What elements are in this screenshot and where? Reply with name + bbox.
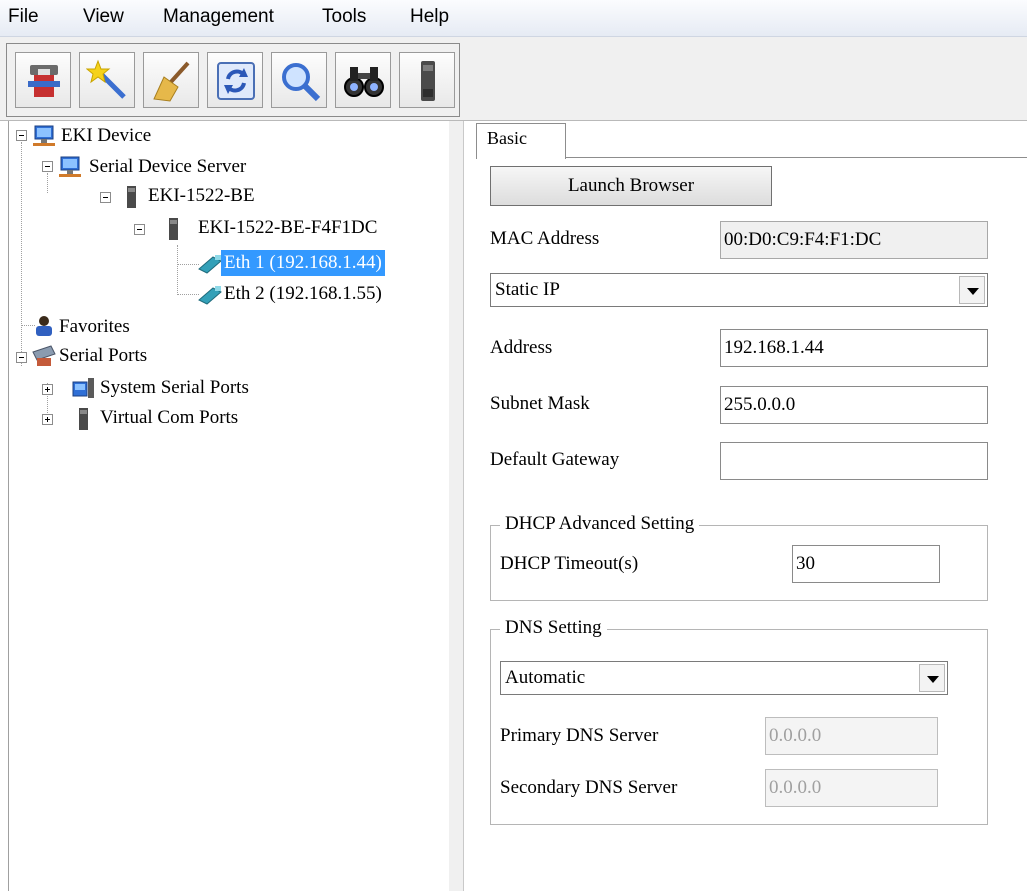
expand-toggle-virtual-com-ports[interactable] (42, 414, 53, 425)
primary-dns-label: Primary DNS Server (500, 725, 659, 746)
dhcp-timeout-input[interactable]: 30 (792, 545, 940, 583)
menu-tools[interactable]: Tools (322, 6, 366, 28)
toolbar-group (6, 43, 460, 117)
device-tree: EKI Device Serial Device Server EKI-1522… (8, 121, 450, 891)
dns-mode-select[interactable]: Automatic (500, 661, 948, 695)
default-gateway-input[interactable] (720, 442, 988, 480)
binoculars-icon (344, 67, 384, 97)
add-device-button[interactable] (15, 52, 71, 108)
expand-toggle-device-instance[interactable] (134, 224, 145, 235)
menu-management[interactable]: Management (163, 6, 274, 28)
device-icon (421, 61, 435, 101)
device-icon (79, 408, 88, 430)
dhcp-timeout-label: DHCP Timeout(s) (500, 553, 639, 574)
mac-address-field: 00:D0:C9:F4:F1:DC (720, 221, 988, 259)
mac-address-label: MAC Address (490, 228, 600, 249)
properties-panel: Basic Launch Browser MAC Address 00:D0:C… (464, 121, 1027, 891)
pane-splitter[interactable] (449, 121, 464, 891)
dns-mode-value: Automatic (505, 667, 586, 688)
dns-setting-legend: DNS Setting (500, 617, 607, 639)
favorites-icon (36, 316, 52, 336)
ethernet-port-icon (198, 286, 222, 305)
tree-node-eki-device[interactable]: EKI Device (61, 123, 151, 149)
address-input[interactable]: 192.168.1.44 (720, 329, 988, 367)
address-label: Address (490, 337, 553, 358)
system-serial-ports-icon (72, 378, 94, 398)
dhcp-advanced-legend: DHCP Advanced Setting (500, 513, 700, 535)
expand-toggle-device[interactable] (100, 192, 111, 203)
default-gateway-label: Default Gateway (490, 449, 620, 470)
tree-node-serial-device-server[interactable]: Serial Device Server (89, 154, 246, 180)
clean-icon (153, 61, 190, 102)
refresh-icon (217, 62, 255, 100)
search-icon (282, 63, 321, 102)
expand-toggle-serial-device-server[interactable] (42, 161, 53, 172)
tree-node-virtual-com-ports[interactable]: Virtual Com Ports (100, 405, 238, 431)
tree-line (47, 173, 48, 193)
primary-dns-input: 0.0.0.0 (765, 717, 938, 755)
toolbar (0, 37, 1027, 121)
tree-line (177, 245, 178, 295)
tree-line (177, 264, 199, 265)
tree-node-eth1[interactable]: Eth 1 (192.168.1.44) (221, 250, 385, 276)
chevron-down-icon[interactable] (919, 664, 945, 692)
chevron-down-icon[interactable] (959, 276, 985, 304)
tree-node-system-serial-ports[interactable]: System Serial Ports (100, 375, 249, 401)
clean-button[interactable] (143, 52, 199, 108)
secondary-dns-input: 0.0.0.0 (765, 769, 938, 807)
tab-bar: Basic (464, 121, 1027, 159)
expand-toggle-system-serial-ports[interactable] (42, 384, 53, 395)
wizard-button[interactable] (79, 52, 135, 108)
find-button[interactable] (335, 52, 391, 108)
subnet-mask-input[interactable]: 255.0.0.0 (720, 386, 988, 424)
expand-toggle-eki-device[interactable] (16, 130, 27, 141)
tree-line (21, 142, 22, 366)
network-computer-icon (33, 125, 55, 146)
ip-mode-select[interactable]: Static IP (490, 273, 988, 307)
ethernet-port-icon (198, 255, 222, 274)
network-computer-icon (59, 156, 81, 177)
device-button[interactable] (399, 52, 455, 108)
menu-view[interactable]: View (83, 6, 124, 28)
tree-node-serial-ports[interactable]: Serial Ports (59, 343, 147, 369)
subnet-mask-label: Subnet Mask (490, 393, 590, 414)
menu-file[interactable]: File (8, 6, 39, 28)
tree-node-eth2[interactable]: Eth 2 (192.168.1.55) (224, 281, 382, 307)
tab-basic[interactable]: Basic (476, 123, 566, 159)
ip-mode-value: Static IP (495, 279, 560, 300)
tree-line (177, 294, 199, 295)
refresh-button[interactable] (207, 52, 263, 108)
device-icon (169, 218, 178, 240)
tree-node-device[interactable]: EKI-1522-BE (148, 183, 255, 209)
tree-node-favorites[interactable]: Favorites (59, 314, 130, 340)
menu-help[interactable]: Help (410, 6, 449, 28)
search-button[interactable] (271, 52, 327, 108)
tree-node-device-instance[interactable]: EKI-1522-BE-F4F1DC (198, 215, 377, 241)
serial-ports-icon (32, 345, 56, 366)
tab-divider (566, 157, 1027, 158)
secondary-dns-label: Secondary DNS Server (500, 777, 678, 798)
menu-bar: File View Management Tools Help (0, 0, 1027, 37)
device-icon (127, 186, 136, 208)
expand-toggle-serial-ports[interactable] (16, 352, 27, 363)
launch-browser-button[interactable]: Launch Browser (490, 166, 772, 206)
add-device-icon (28, 65, 60, 97)
wizard-icon (86, 59, 126, 99)
